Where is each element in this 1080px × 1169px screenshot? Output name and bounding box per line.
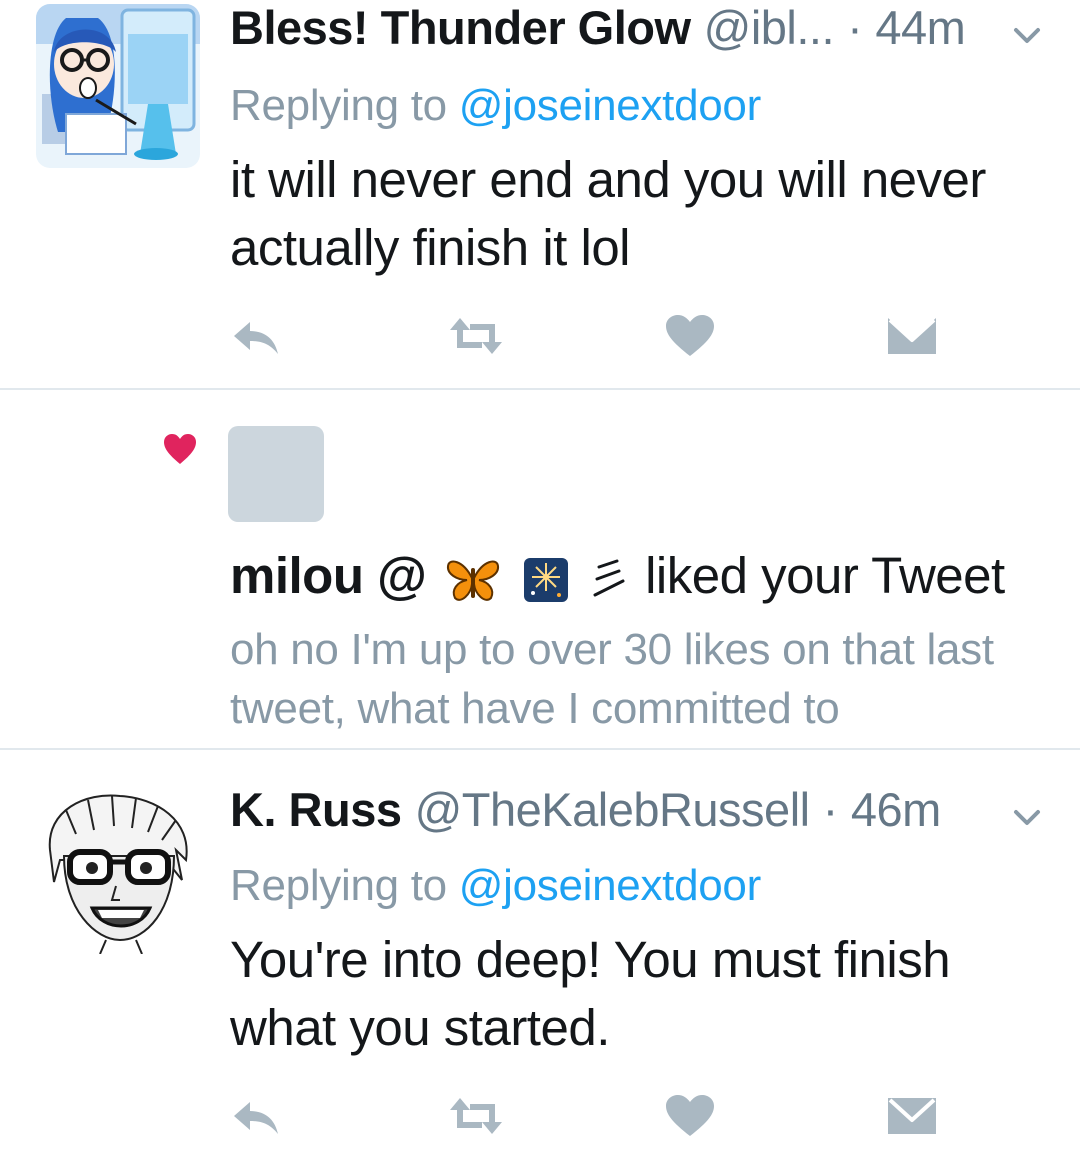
display-name[interactable]: Bless! Thunder Glow	[230, 1, 691, 54]
tweet-header: Bless! Thunder Glow @ibl... · 44m	[230, 0, 990, 56]
like-icon[interactable]	[662, 312, 718, 360]
three-lines-glyph-icon	[593, 559, 625, 597]
retweet-icon[interactable]	[448, 312, 504, 360]
notification-action-text: liked your Tweet	[645, 547, 1005, 604]
tweet-text: it will never end and you will never act…	[230, 151, 986, 276]
replying-prefix: Replying to	[230, 861, 459, 910]
display-name[interactable]: K. Russ	[230, 783, 402, 836]
dm-icon[interactable]	[884, 1092, 940, 1140]
replying-handle-link[interactable]: @joseinextdoor	[459, 81, 762, 130]
replying-handle-link[interactable]: @joseinextdoor	[459, 861, 762, 910]
avatar[interactable]	[228, 426, 324, 522]
tweet-header: K. Russ @TheKalebRussell · 46m	[230, 782, 990, 838]
tweet[interactable]: Bless! Thunder Glow @ibl... · 44m Replyi…	[0, 0, 1080, 388]
dm-icon[interactable]	[884, 312, 940, 360]
replying-prefix: Replying to	[230, 81, 459, 130]
avatar[interactable]	[36, 790, 200, 954]
anime-girl-glasses-avatar-icon	[36, 4, 200, 168]
timestamp[interactable]: 44m	[875, 1, 965, 54]
notification-snippet[interactable]: oh no I'm up to over 30 likes on that la…	[230, 620, 1050, 738]
reply-icon[interactable]	[228, 312, 284, 360]
separator: ·	[847, 1, 863, 54]
manga-boy-glasses-avatar-icon	[36, 790, 200, 954]
user-handle[interactable]: @TheKalebRussell	[415, 783, 811, 836]
tweet-text: You're into deep! You must finish what y…	[230, 931, 951, 1056]
butterfly-emoji-icon	[446, 560, 499, 601]
reply-icon[interactable]	[228, 1092, 284, 1140]
replying-to: Replying to @joseinextdoor	[230, 860, 761, 912]
chevron-down-icon[interactable]	[1010, 800, 1044, 834]
notification-user-name[interactable]: milou @	[230, 547, 427, 604]
chevron-down-icon[interactable]	[1010, 18, 1044, 52]
notification-title: milou @ liked your Tweet	[230, 546, 1005, 606]
fireworks-emoji-icon	[523, 557, 568, 602]
avatar[interactable]	[36, 4, 200, 168]
separator: ·	[822, 783, 839, 836]
retweet-icon[interactable]	[448, 1092, 504, 1140]
user-handle[interactable]: @ibl...	[704, 1, 835, 54]
heart-icon	[164, 434, 196, 464]
like-icon[interactable]	[662, 1092, 718, 1140]
replying-to: Replying to @joseinextdoor	[230, 80, 761, 132]
timestamp[interactable]: 46m	[851, 783, 941, 836]
tweet[interactable]: K. Russ @TheKalebRussell · 46m Replying …	[0, 750, 1080, 1169]
